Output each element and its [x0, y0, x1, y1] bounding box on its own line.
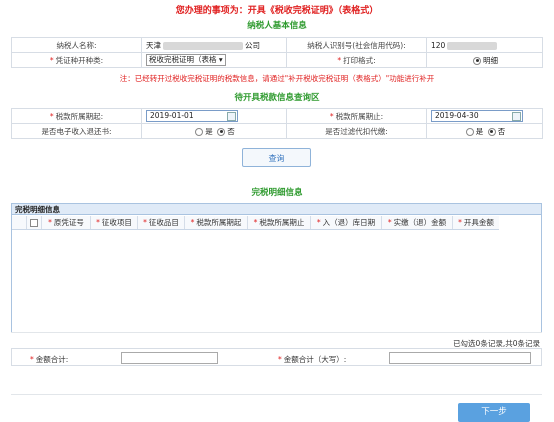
grid-footer-divider [11, 332, 542, 333]
taxpayer-id-prefix: 120 [431, 40, 446, 50]
start-date-input[interactable]: 2019-01-01 [146, 110, 238, 122]
page-title: 您办理的事项为：开具《税收完税证明》（表格式） [175, 6, 379, 16]
select-all-checkbox[interactable] [30, 219, 38, 227]
e-refund-label: 是否电子收入退还书: [11, 123, 142, 139]
taxpayer-name-label: 纳税人名称: [11, 37, 142, 53]
query-section-title: 待开具税款信息查询区 [234, 93, 320, 103]
start-date-label: 税款所属期起: [55, 111, 104, 121]
taxpayer-name-suffix: 公司 [245, 40, 260, 50]
next-step-button[interactable]: 下一步 [458, 403, 530, 422]
end-date-label: 税款所属期止: [335, 111, 384, 121]
detail-section-title: 完税明细信息 [251, 188, 303, 198]
withholding-no-radio[interactable] [487, 127, 496, 136]
basic-info-table: 纳税人名称: 天津 公司 纳税人识别号(社会信用代码): 120 * 凭证种开种类:… [11, 37, 543, 68]
basic-info-section-title: 纳税人基本信息 [247, 21, 307, 31]
query-button[interactable]: 查询 [242, 148, 311, 167]
column-header[interactable]: * 原凭证号 [42, 216, 91, 229]
column-header[interactable]: * 开具金额 [453, 216, 499, 229]
end-date-input[interactable]: 2019-04-30 [431, 110, 523, 122]
notice-text: 注：已经转开过税收完税证明的税款信息，请通过"补开税收完税证明（表格式）"功能进… [119, 74, 435, 83]
calendar-icon[interactable] [227, 112, 236, 121]
print-format-detail-label: 明细 [483, 55, 498, 65]
grid-caption: 完税明细信息 [11, 203, 542, 215]
redacted-block [163, 41, 243, 50]
taxpayer-name-prefix: 天津 [146, 40, 161, 50]
chevron-down-icon: ▾ [218, 55, 223, 64]
taxpayer-id-value: 120 [426, 37, 543, 53]
grid-header: * 原凭证号 * 征收项目 * 征收品目 * 税款所属期起 * 税款所属期止 * 入（退）库… [12, 216, 499, 230]
amount-total-label: * 金额合计: [30, 355, 69, 364]
taxpayer-name-value: 天津 公司 [141, 37, 287, 53]
voucher-type-select[interactable]: 税收完税证明（表格 ▾ [146, 54, 226, 66]
redacted-block [447, 41, 498, 50]
withholding-label: 是否过滤代扣代缴: [286, 123, 427, 139]
print-format-label: * 打印格式: [286, 52, 427, 68]
calendar-icon[interactable] [512, 112, 521, 121]
column-header[interactable]: * 实缴（退）金额 [382, 216, 453, 229]
e-refund-yes-radio[interactable] [195, 127, 204, 136]
withholding-yes-radio[interactable] [465, 127, 474, 136]
taxpayer-id-label: 纳税人识别号(社会信用代码): [286, 37, 427, 53]
amount-total-input[interactable] [121, 352, 218, 364]
amount-total-upper-label: * 金额合计（大写）: [278, 355, 347, 364]
column-header[interactable]: * 征收品目 [138, 216, 185, 229]
column-header[interactable]: * 征收项目 [91, 216, 138, 229]
voucher-type-label: * 凭证种开种类: [11, 52, 142, 68]
e-refund-no-radio[interactable] [217, 127, 226, 136]
print-format-detail-radio[interactable] [473, 56, 481, 65]
amount-total-upper-input[interactable] [389, 352, 531, 364]
bottom-divider [11, 394, 542, 395]
column-header[interactable]: * 税款所属期止 [248, 216, 311, 229]
column-header[interactable]: * 税款所属期起 [185, 216, 248, 229]
column-header[interactable]: * 入（退）库日期 [311, 216, 382, 229]
query-table: * 税款所属期起: 2019-01-01 * 税款所属期止: 2019-04-30 … [11, 108, 543, 139]
